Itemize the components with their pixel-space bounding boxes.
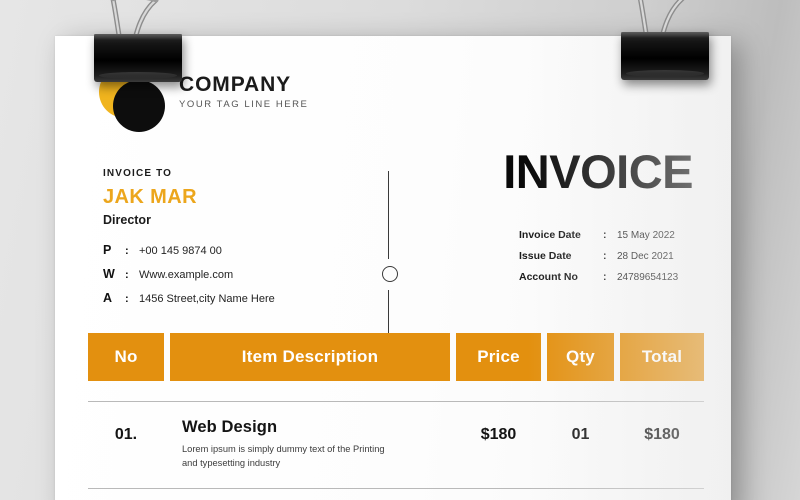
row-price: $180 — [480, 426, 517, 443]
contact-separator: : — [125, 293, 129, 305]
table-body: 01. Web Design Lorem ipsum is simply dum… — [88, 401, 704, 500]
contact-key-website: W — [103, 267, 115, 281]
meta-value-issue-date: 28 Dec 2021 — [617, 251, 674, 262]
meta-separator: : — [603, 250, 607, 262]
column-header-description: Item Description — [170, 333, 450, 381]
table-row: 02. Calendar Design $25 03 $75 — [88, 488, 704, 500]
bill-to-role: Director — [103, 213, 151, 227]
binder-clip-body-icon — [621, 32, 709, 80]
items-table: No Item Description Price Qty Total 01. … — [88, 333, 704, 500]
contact-list: P : +00 145 9874 00 W : Www.example.com … — [103, 243, 403, 305]
company-tagline: YOUR TAG LINE HERE — [179, 99, 309, 111]
paper-sheet: COMPANY YOUR TAG LINE HERE INVOICE TO JA… — [55, 36, 731, 500]
meta-key-account-no: Account No — [519, 271, 578, 283]
company-name: COMPANY — [179, 73, 292, 96]
contact-separator: : — [125, 269, 129, 281]
row-qty: 01 — [571, 426, 590, 443]
contact-value-website: Www.example.com — [139, 269, 234, 281]
divider-circle-icon — [381, 266, 398, 282]
page-title: INVOICE — [503, 145, 693, 198]
contact-value-phone: +00 145 9874 00 — [139, 245, 222, 257]
contact-key-phone: P — [103, 243, 112, 257]
meta-separator: : — [603, 229, 607, 241]
logo-black-circle-icon — [113, 80, 165, 132]
meta-key-invoice-date: Invoice Date — [519, 229, 581, 241]
bill-to-label: INVOICE TO — [103, 168, 173, 179]
column-header-price: Price — [456, 333, 541, 381]
meta-separator: : — [603, 271, 607, 283]
divider-line-top — [388, 171, 390, 259]
row-no: 01. — [114, 426, 138, 443]
contact-value-address: 1456 Street,city Name Here — [139, 293, 275, 305]
contact-row-phone: P : +00 145 9874 00 — [103, 243, 403, 257]
table-header-row: No Item Description Price Qty Total — [88, 333, 704, 381]
invoice-template-canvas: COMPANY YOUR TAG LINE HERE INVOICE TO JA… — [0, 0, 800, 500]
contact-row-address: A : 1456 Street,city Name Here — [103, 291, 403, 305]
meta-row-issue-date: Issue Date : 28 Dec 2021 — [519, 250, 709, 262]
meta-row-invoice-date: Invoice Date : 15 May 2022 — [519, 229, 709, 241]
meta-key-issue-date: Issue Date — [519, 250, 572, 262]
contact-separator: : — [125, 245, 129, 257]
table-row: 01. Web Design Lorem ipsum is simply dum… — [88, 401, 704, 472]
bill-to-block: INVOICE TO JAK MAR Director P : +00 145 … — [103, 168, 403, 315]
column-header-qty: Qty — [547, 333, 614, 381]
row-description: Web Design Lorem ipsum is simply dummy t… — [170, 418, 450, 471]
row-total: $180 — [644, 426, 680, 443]
meta-value-invoice-date: 15 May 2022 — [617, 230, 675, 241]
contact-key-address: A — [103, 291, 113, 305]
binder-clip-left — [90, 0, 186, 82]
center-divider — [379, 171, 399, 336]
row-item-subtitle: Lorem ipsum is simply dummy text of the … — [182, 444, 385, 469]
bill-to-name: JAK MAR — [103, 186, 197, 208]
invoice-meta-block: Invoice Date : 15 May 2022 Issue Date : … — [519, 229, 709, 292]
row-item-title: Web Design — [182, 418, 278, 436]
contact-row-website: W : Www.example.com — [103, 267, 403, 281]
column-header-no: No — [88, 333, 164, 381]
binder-clip-right — [617, 0, 713, 80]
column-header-total: Total — [620, 333, 704, 381]
binder-clip-body-icon — [94, 34, 182, 82]
meta-row-account-no: Account No : 24789654123 — [519, 271, 709, 283]
divider-line-bottom — [388, 290, 390, 336]
meta-value-account-no: 24789654123 — [617, 272, 679, 283]
logo-text: COMPANY YOUR TAG LINE HERE — [179, 73, 309, 111]
